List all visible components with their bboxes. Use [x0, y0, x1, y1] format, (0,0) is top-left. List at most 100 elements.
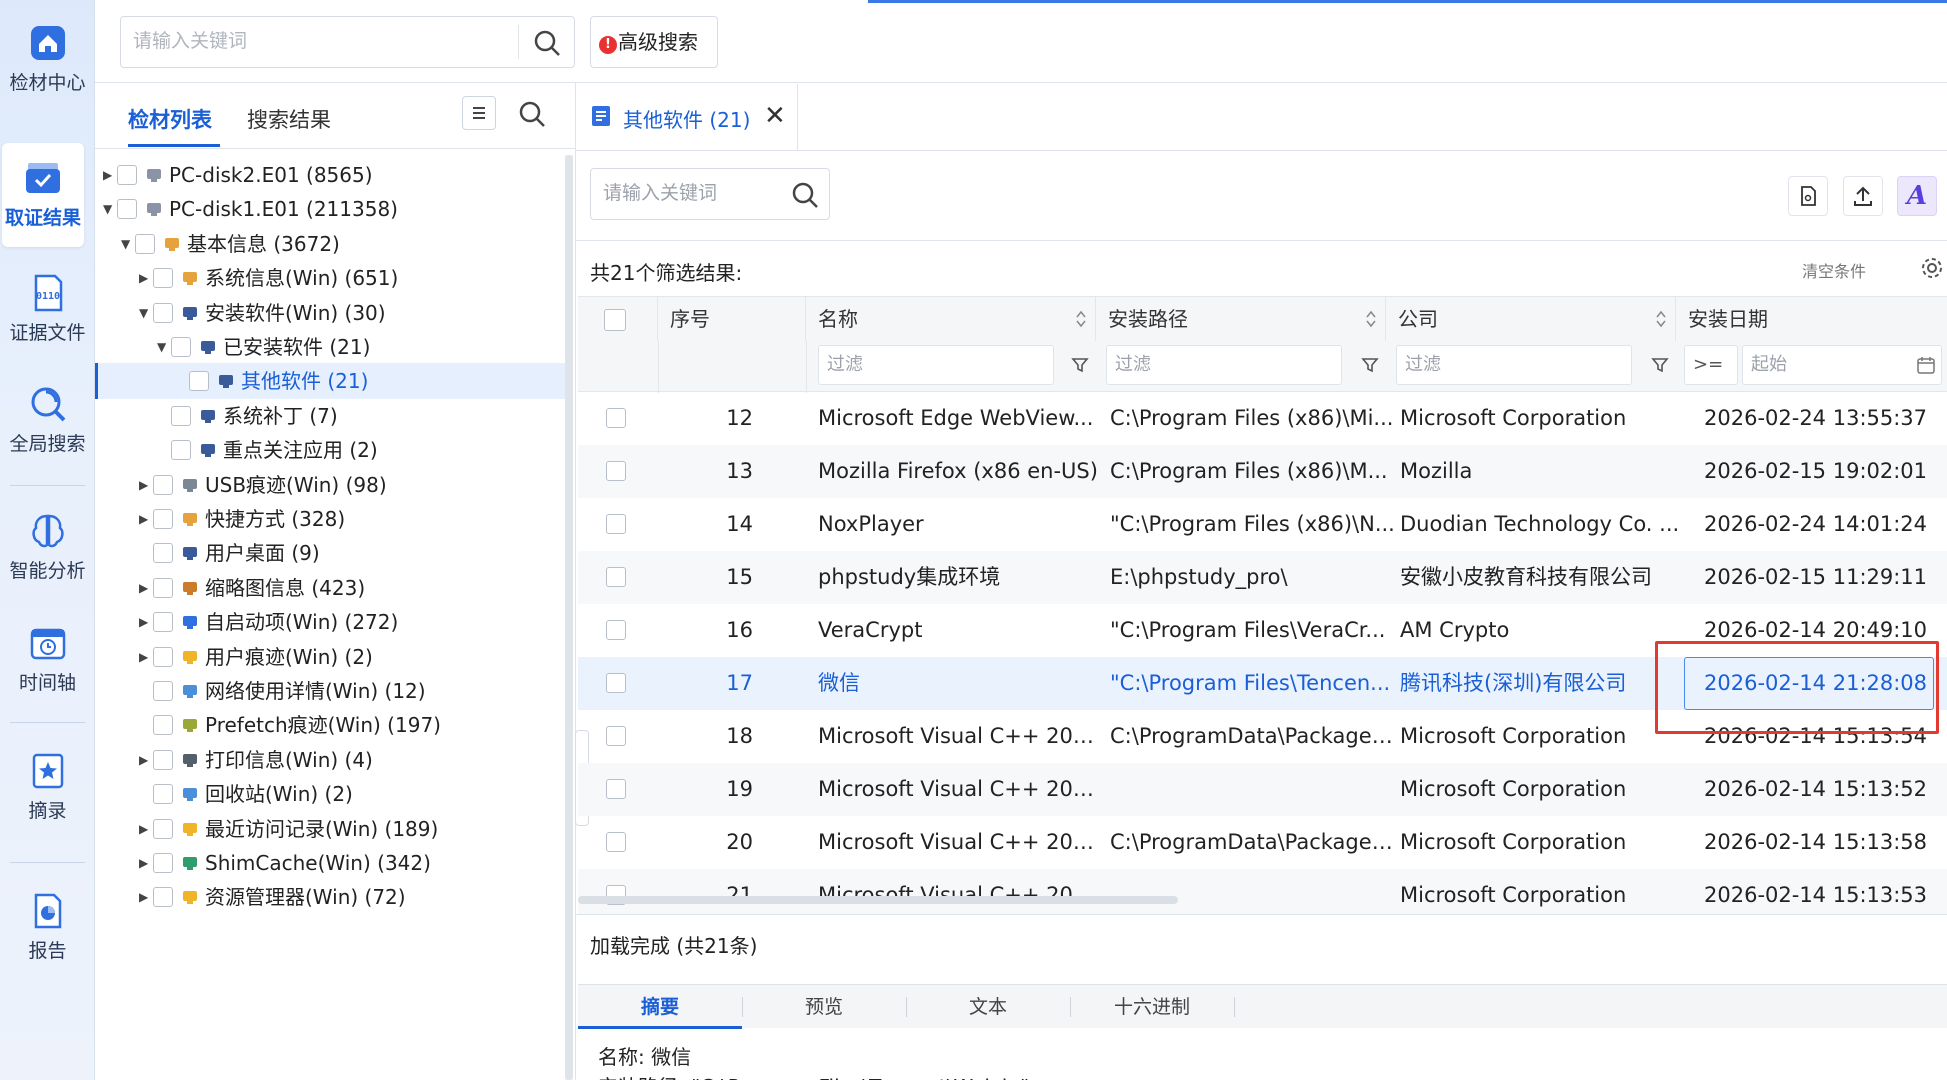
- tree-node[interactable]: 系统补丁 (7): [95, 398, 565, 434]
- tree-node[interactable]: ▼ 安装软件(Win) (30): [95, 295, 565, 331]
- tree-node[interactable]: ▼ PC-disk1.E01 (211358): [95, 191, 565, 227]
- tree-node[interactable]: ▼ 已安装软件 (21): [95, 329, 565, 365]
- tree-node[interactable]: ▶ 用户痕迹(Win) (2): [95, 639, 565, 675]
- tree-node[interactable]: Prefetch痕迹(Win) (197): [95, 707, 565, 743]
- tree-scrollbar[interactable]: [565, 155, 573, 1080]
- name-filter-input[interactable]: 过滤: [818, 345, 1054, 385]
- expand-toggle-icon[interactable]: ▶: [139, 639, 153, 675]
- keyword-input[interactable]: [133, 27, 513, 57]
- tree-node-checkbox[interactable]: [153, 715, 173, 736]
- tree-node[interactable]: ▶ USB痕迹(Win) (98): [95, 467, 565, 503]
- nav-item-global-search[interactable]: 全局搜索: [0, 383, 95, 456]
- tree-node-checkbox[interactable]: [117, 199, 137, 220]
- advanced-search-button[interactable]: ! 高级搜索: [590, 16, 718, 68]
- table-row[interactable]: 14 NoxPlayer "C:\Program Files (x86)\N... D…: [578, 498, 1947, 551]
- tree-node-checkbox[interactable]: [153, 749, 173, 770]
- sort-icon[interactable]: [1365, 309, 1377, 329]
- tree-node[interactable]: ▶ 最近访问记录(Win) (189): [95, 811, 565, 847]
- search-icon[interactable]: [789, 179, 821, 211]
- expand-toggle-icon[interactable]: ▶: [139, 742, 153, 778]
- sort-icon[interactable]: [1655, 309, 1667, 329]
- tree-node-checkbox[interactable]: [171, 405, 191, 426]
- nav-item-timeline[interactable]: 时间轴: [0, 622, 95, 695]
- gear-icon[interactable]: [1920, 256, 1944, 280]
- close-icon[interactable]: ✕: [764, 101, 786, 131]
- tree-node-checkbox[interactable]: [171, 440, 191, 461]
- tree-node-checkbox[interactable]: [153, 646, 173, 667]
- expand-toggle-icon[interactable]: ▶: [139, 260, 153, 296]
- nav-item-excerpt[interactable]: 摘录: [0, 750, 95, 823]
- tree-node-checkbox[interactable]: [153, 887, 173, 908]
- nav-item-evidence-center[interactable]: 检材中心: [0, 22, 95, 95]
- column-header-install-date[interactable]: 安装日期: [1676, 297, 1947, 341]
- collapse-toggle-icon[interactable]: ▼: [121, 226, 135, 262]
- tree-node-checkbox[interactable]: [117, 165, 137, 185]
- row-checkbox[interactable]: [606, 567, 626, 587]
- expand-toggle-icon[interactable]: ▶: [139, 879, 153, 915]
- nav-item-evidence-result[interactable]: 取证结果: [2, 143, 84, 247]
- filter-icon[interactable]: [1070, 355, 1090, 375]
- tab-evidence-list[interactable]: 检材列表: [128, 104, 212, 134]
- table-row[interactable]: 12 Microsoft Edge WebView... C:\Program Fi…: [578, 392, 1947, 445]
- tree-node-checkbox[interactable]: [153, 302, 173, 323]
- tree-node[interactable]: 重点关注应用 (2): [95, 432, 565, 468]
- tree-node[interactable]: ▶ 资源管理器(Win) (72): [95, 879, 565, 915]
- table-row[interactable]: 20 Microsoft Visual C++ 201... C:\ProgramD…: [578, 816, 1947, 869]
- tree-node[interactable]: ▶ PC-disk2.E01 (8565): [95, 157, 565, 193]
- tree-node[interactable]: ▶ ShimCache(Win) (342): [95, 845, 565, 881]
- tree-node-checkbox[interactable]: [153, 268, 173, 289]
- table-row[interactable]: 15 phpstudy集成环境 E:\phpstudy_pro\ 安徽小皮教育科技有限…: [578, 551, 1947, 604]
- upload-button[interactable]: [1843, 176, 1883, 216]
- tree-node[interactable]: 用户桌面 (9): [95, 535, 565, 571]
- row-checkbox[interactable]: [606, 461, 626, 481]
- tab-search-results[interactable]: 搜索结果: [247, 104, 331, 134]
- date-start-input[interactable]: 起始: [1742, 345, 1942, 385]
- table-keyword-input[interactable]: [603, 179, 778, 209]
- calendar-icon[interactable]: [1916, 355, 1936, 375]
- row-checkbox[interactable]: [606, 779, 626, 799]
- tree-node-checkbox[interactable]: [153, 681, 173, 701]
- export-document-button[interactable]: [1788, 176, 1828, 216]
- row-checkbox[interactable]: [606, 514, 626, 534]
- column-header-install-path[interactable]: 安装路径: [1096, 297, 1386, 341]
- tree-node[interactable]: ▶ 自启动项(Win) (272): [95, 604, 565, 640]
- tree-node[interactable]: 其他软件 (21): [95, 363, 565, 400]
- date-operator-select[interactable]: >=: [1684, 345, 1738, 385]
- clear-conditions-link[interactable]: 清空条件: [1802, 258, 1866, 282]
- expand-toggle-icon[interactable]: ▶: [139, 845, 153, 881]
- tree-node-checkbox[interactable]: [153, 853, 173, 873]
- expand-toggle-icon[interactable]: ▶: [139, 467, 153, 503]
- tree-node-checkbox[interactable]: [189, 371, 209, 392]
- tab-other-software[interactable]: 其他软件 (21) ✕: [578, 84, 798, 150]
- collapse-toggle-icon[interactable]: ▼: [139, 295, 153, 331]
- scrollbar-thumb[interactable]: [565, 155, 573, 1080]
- expand-toggle-icon[interactable]: ▶: [139, 811, 153, 847]
- tree-node-checkbox[interactable]: [153, 543, 173, 564]
- expand-toggle-icon[interactable]: ▶: [139, 604, 153, 640]
- column-header-company[interactable]: 公司: [1386, 297, 1676, 341]
- sort-icon[interactable]: [1075, 309, 1087, 329]
- tree-node-checkbox[interactable]: [135, 233, 155, 254]
- tab-hex[interactable]: 十六进制: [1070, 985, 1234, 1029]
- table-row[interactable]: 21 Microsoft Visual C++ 202... Microsoft C…: [578, 869, 1947, 914]
- tree-node-checkbox[interactable]: [153, 509, 173, 529]
- tree-search-icon[interactable]: [516, 98, 548, 130]
- tree-node-checkbox[interactable]: [153, 577, 173, 598]
- nav-item-smart-analysis[interactable]: 智能分析: [0, 510, 95, 583]
- tree-node[interactable]: 回收站(Win) (2): [95, 776, 565, 812]
- nav-item-evidence-files[interactable]: 0110 证据文件: [0, 272, 95, 345]
- collapse-toggle-icon[interactable]: ▼: [157, 329, 171, 365]
- filter-icon[interactable]: [1650, 355, 1670, 375]
- select-all-checkbox[interactable]: [604, 309, 626, 331]
- column-header-index[interactable]: 序号: [658, 297, 806, 341]
- company-filter-input[interactable]: 过滤: [1396, 345, 1632, 385]
- row-checkbox[interactable]: [606, 726, 626, 746]
- tab-text[interactable]: 文本: [906, 985, 1070, 1029]
- tree-node-checkbox[interactable]: [153, 818, 173, 839]
- nav-item-report[interactable]: 报告: [0, 890, 95, 963]
- tab-summary[interactable]: 摘要: [578, 985, 742, 1029]
- collapse-toggle-icon[interactable]: ▼: [103, 191, 117, 227]
- tree-node[interactable]: ▶ 系统信息(Win) (651): [95, 260, 565, 296]
- expand-toggle-icon[interactable]: ▶: [139, 501, 153, 537]
- row-checkbox[interactable]: [606, 620, 626, 640]
